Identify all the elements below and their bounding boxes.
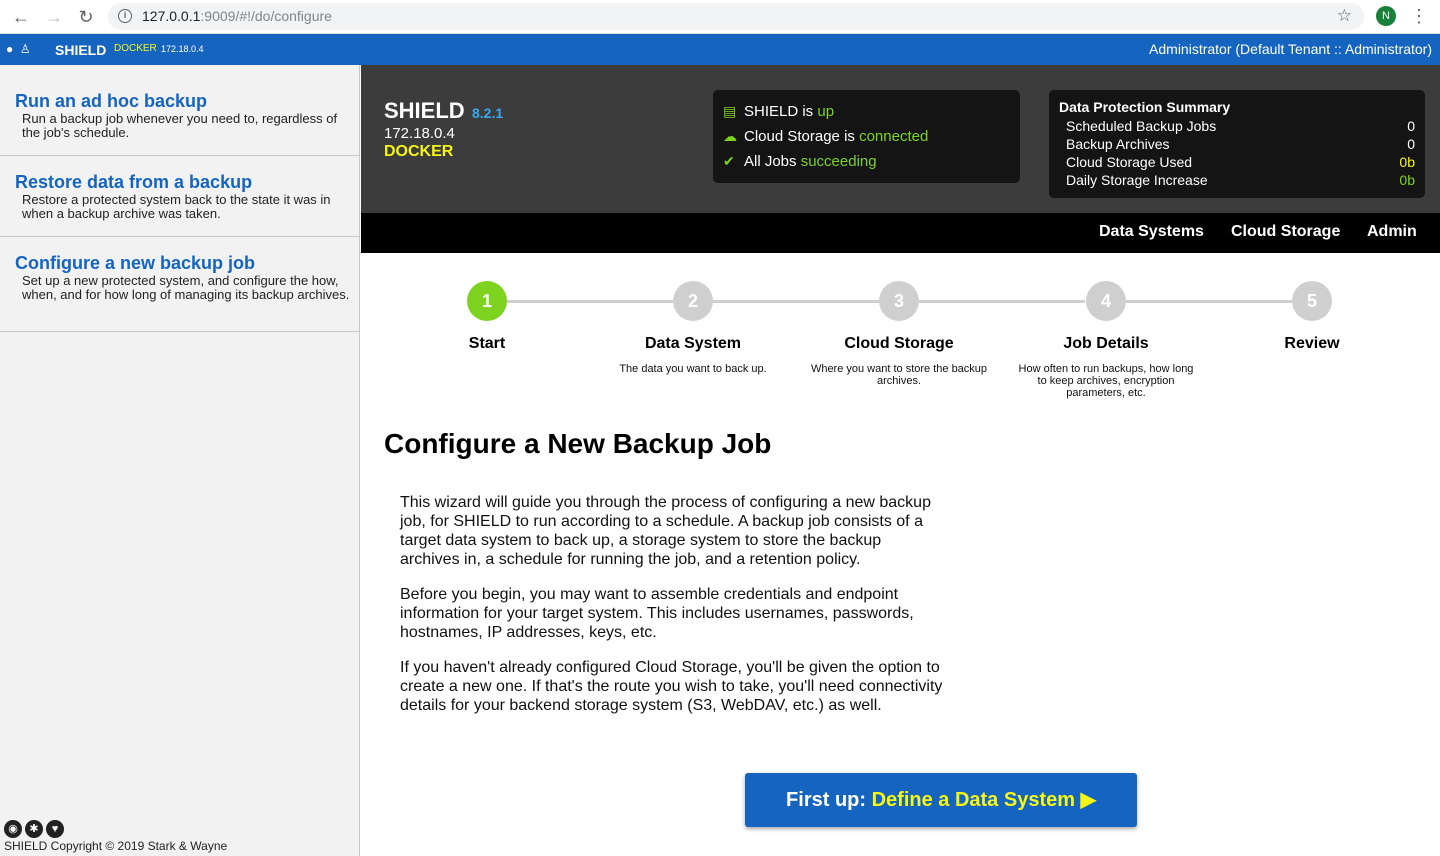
- shield-ip: 172.18.0.4: [384, 125, 455, 142]
- github-icon[interactable]: ◉: [4, 820, 22, 838]
- forward-arrow-icon[interactable]: →: [43, 6, 65, 28]
- nav-data-systems[interactable]: Data Systems: [1099, 223, 1204, 241]
- check-icon: ✔: [723, 153, 735, 169]
- server-icon: ▤: [723, 103, 737, 119]
- step-connector: [507, 300, 673, 303]
- step-4-desc: How often to run backups, how long to ke…: [1018, 363, 1194, 399]
- apple-icon: ●: [6, 42, 14, 56]
- summary-row: Daily Storage Increase 0b: [1066, 172, 1415, 188]
- sidebar-item-desc: Set up a new protected system, and confi…: [22, 273, 350, 302]
- wizard-steps: 1 2 3 4 5 Start Data System Cloud Storag…: [361, 253, 1440, 413]
- url-text[interactable]: 127.0.0.1:9009/#!/do/configure: [142, 8, 332, 24]
- status-cloud: ☁ Cloud Storage is connected: [723, 128, 928, 145]
- intro-paragraph: This wizard will guide you through the p…: [400, 494, 931, 568]
- define-data-system-button[interactable]: First up: Define a Data System ▶: [745, 773, 1137, 827]
- cloud-icon: ☁: [723, 128, 737, 144]
- step-1-circle[interactable]: 1: [467, 281, 507, 321]
- step-1-label: Start: [468, 335, 506, 352]
- sidebar-item-title[interactable]: Restore data from a backup: [15, 172, 252, 193]
- status-state: connected: [859, 128, 929, 145]
- step-3-desc: Where you want to store the backup archi…: [810, 363, 988, 387]
- step-5-label: Review: [1284, 335, 1340, 352]
- sidebar-item-adhoc-backup[interactable]: Run an ad hoc backup Run a backup job wh…: [0, 65, 360, 156]
- user-menu[interactable]: Administrator (Default Tenant :: Adminis…: [1149, 41, 1432, 57]
- summary-value: 0b: [1399, 172, 1415, 188]
- cta-action: Define a Data System ▶: [871, 789, 1096, 811]
- address-bar[interactable]: i 127.0.0.1:9009/#!/do/configure ☆: [108, 3, 1364, 30]
- brand-env: DOCKER: [114, 43, 157, 54]
- profile-avatar[interactable]: N: [1376, 6, 1396, 26]
- sidebar-item-title[interactable]: Configure a new backup job: [15, 253, 255, 274]
- step-4-circle[interactable]: 4: [1086, 281, 1126, 321]
- step-3-circle[interactable]: 3: [879, 281, 919, 321]
- twitter-icon[interactable]: ♥: [46, 820, 64, 838]
- shield-version: 8.2.1: [472, 105, 504, 121]
- status-shield: ▤ SHIELD is up: [723, 103, 834, 120]
- summary-label: Cloud Storage Used: [1066, 154, 1193, 170]
- os-icons: ● ♙: [6, 42, 31, 56]
- info-icon[interactable]: i: [118, 9, 132, 23]
- summary-row: Scheduled Backup Jobs 0: [1066, 118, 1415, 134]
- summary-row: Backup Archives 0: [1066, 136, 1415, 152]
- step-4-label: Job Details: [1063, 335, 1149, 352]
- step-2-label: Data System: [644, 335, 742, 352]
- status-text: All Jobs: [744, 153, 801, 170]
- step-2-circle[interactable]: 2: [673, 281, 713, 321]
- footer-icons: ◉ ✱ ♥: [4, 819, 67, 838]
- page-title: Configure a New Backup Job: [384, 428, 772, 459]
- summary-label: Daily Storage Increase: [1066, 172, 1208, 188]
- step-5-circle[interactable]: 5: [1292, 281, 1332, 321]
- status-text: Cloud Storage is: [744, 128, 860, 145]
- sidebar-item-title[interactable]: Run an ad hoc backup: [15, 91, 207, 112]
- nav-admin[interactable]: Admin: [1367, 223, 1417, 241]
- main-nav: Data Systems Cloud Storage Admin: [361, 213, 1440, 253]
- status-text: SHIELD is: [744, 103, 818, 120]
- url-host: 127.0.0.1: [142, 8, 201, 24]
- back-arrow-icon[interactable]: ←: [10, 6, 32, 28]
- summary-value: 0b: [1399, 154, 1415, 170]
- sidebar: Run an ad hoc backup Run a backup job wh…: [0, 65, 360, 856]
- app-topbar: ● ♙ SHIELD DOCKER 172.18.0.4 Administrat…: [0, 34, 1440, 65]
- summary-label: Backup Archives: [1066, 136, 1170, 152]
- step-connector: [919, 300, 1085, 303]
- shield-env: DOCKER: [384, 143, 454, 160]
- sidebar-item-desc: Run a backup job whenever you need to, r…: [22, 111, 338, 140]
- summary-value: 0: [1407, 136, 1415, 152]
- settings-icon[interactable]: ✱: [25, 820, 43, 838]
- summary-title: Data Protection Summary: [1059, 99, 1231, 115]
- url-path: :9009/#!/do/configure: [200, 8, 332, 24]
- header-panel: SHIELD 8.2.1 172.18.0.4 DOCKER ▤ SHIELD i…: [361, 65, 1440, 213]
- browser-menu-icon[interactable]: ⋮: [1410, 5, 1428, 27]
- sidebar-item-desc: Restore a protected system back to the s…: [22, 192, 331, 221]
- sidebar-item-configure-job[interactable]: Configure a new backup job Set up a new …: [0, 237, 360, 332]
- status-jobs: ✔ All Jobs succeeding: [723, 153, 877, 170]
- brand-name[interactable]: SHIELD: [55, 42, 106, 58]
- intro-paragraph: Before you begin, you may want to assemb…: [400, 586, 914, 641]
- shield-title: SHIELD: [384, 98, 465, 123]
- intro-paragraph: If you haven't already configured Cloud …: [400, 659, 943, 714]
- browser-toolbar: ← → ↻ i 127.0.0.1:9009/#!/do/configure ☆…: [0, 0, 1440, 34]
- copyright: SHIELD Copyright © 2019 Stark & Wayne: [4, 839, 228, 853]
- summary-label: Scheduled Backup Jobs: [1066, 118, 1217, 134]
- step-connector: [713, 300, 879, 303]
- data-protection-summary: Data Protection Summary Scheduled Backup…: [1049, 90, 1425, 198]
- status-state: succeeding: [800, 153, 877, 170]
- summary-row: Cloud Storage Used 0b: [1066, 154, 1415, 170]
- status-box: ▤ SHIELD is up ☁ Cloud Storage is connecte…: [713, 90, 1020, 183]
- cta-prefix: First up:: [786, 789, 872, 811]
- step-2-desc: The data you want to back up.: [619, 363, 767, 375]
- nav-cloud-storage[interactable]: Cloud Storage: [1231, 223, 1340, 241]
- sidebar-item-restore[interactable]: Restore data from a backup Restore a pro…: [0, 156, 360, 237]
- step-connector: [1126, 300, 1292, 303]
- bookmark-star-icon[interactable]: ☆: [1337, 6, 1352, 26]
- status-state: up: [817, 103, 835, 120]
- reload-icon[interactable]: ↻: [75, 6, 97, 28]
- brand-ip: 172.18.0.4: [161, 44, 204, 54]
- summary-value: 0: [1407, 118, 1415, 134]
- linux-icon: ♙: [19, 42, 31, 56]
- step-3-label: Cloud Storage: [844, 335, 954, 352]
